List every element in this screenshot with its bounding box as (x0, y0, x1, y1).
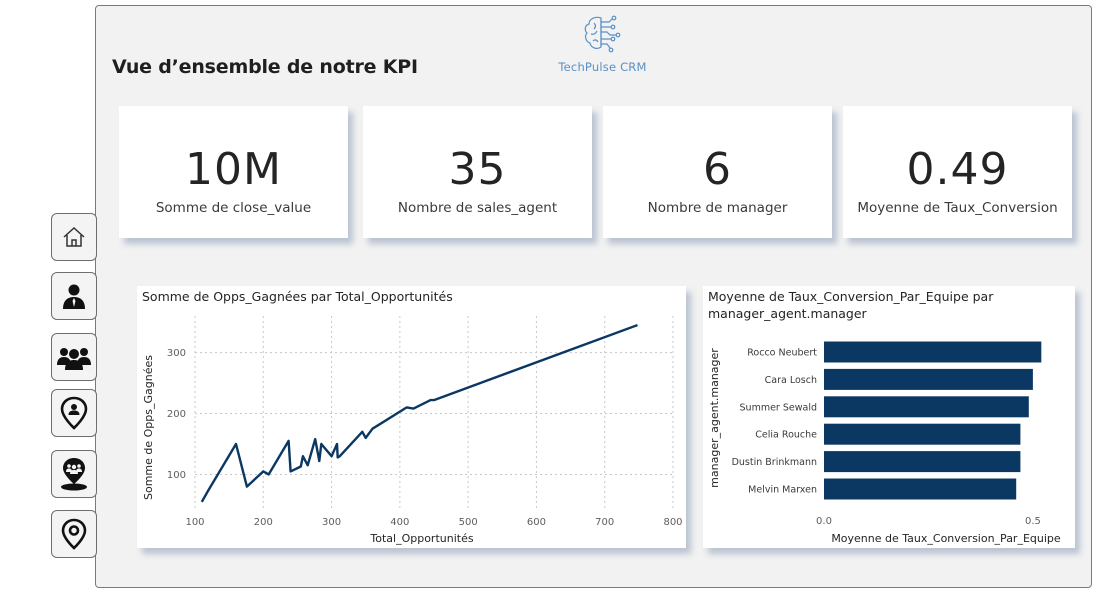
kpi-card-conversion: 0.49 Moyenne de Taux_Conversion (843, 106, 1072, 238)
x-tick-label: 200 (254, 517, 273, 528)
y-tick-label: 100 (167, 470, 186, 481)
x-tick-label: 100 (185, 517, 204, 528)
x-tick-label: 700 (595, 517, 614, 528)
bar (824, 341, 1042, 363)
category-label: Dustin Brinkmann (732, 457, 817, 468)
x-tick-label: 0.5 (1025, 516, 1041, 527)
bar (824, 423, 1021, 445)
kpi-label: Nombre de sales_agent (397, 200, 558, 216)
company-logo: TechPulse CRM (545, 14, 660, 84)
bar (824, 451, 1021, 473)
y-axis-label: manager_agent.manager (708, 348, 721, 488)
bar (824, 396, 1029, 418)
nav-location-agent-button[interactable] (51, 389, 97, 437)
bar (824, 478, 1017, 500)
category-label: Summer Sewald (740, 402, 817, 413)
kpi-label: Somme de close_value (155, 200, 312, 216)
page-title: Vue d’ensemble de notre KPI (112, 56, 418, 78)
location-person-icon (60, 396, 88, 430)
series-line (200, 323, 638, 503)
kpi-card-close-value: 10M Somme de close_value (119, 106, 348, 238)
line-chart: 100 200 300 400 500 600 700 800 100 200 300 Total_O… (142, 316, 683, 545)
bar-chart-visual[interactable]: Moyenne de Taux_Conversion_Par_Equipe pa… (703, 286, 1075, 548)
category-label: Cara Losch (765, 375, 817, 386)
team-icon (57, 348, 91, 370)
x-axis-label: Moyenne de Taux_Conversion_Par_Equipe (831, 532, 1061, 545)
location-team-icon (61, 458, 87, 491)
kpi-value: 35 (448, 144, 507, 195)
kpi-label: Moyenne de Taux_Conversion (857, 200, 1058, 216)
brain-circuit-icon (584, 15, 620, 53)
x-axis-label: Total_Opportunités (369, 532, 473, 545)
line-chart-visual[interactable]: Somme de Opps_Gagnées par Total_Opportun… (137, 286, 686, 548)
kpi-card-sales-agent: 35 Nombre de sales_agent (363, 106, 592, 238)
bar-chart: Rocco Neubert Cara Losch Summer Sewald Celi… (708, 341, 1061, 545)
kpi-value: 0.49 (906, 144, 1009, 195)
category-label: Celia Rouche (755, 430, 817, 441)
home-icon (63, 226, 85, 247)
kpi-label: Nombre de manager (647, 200, 788, 216)
x-tick-label: 400 (390, 517, 409, 528)
nav-home-button[interactable] (51, 213, 97, 261)
kpi-card-manager: 6 Nombre de manager (603, 106, 832, 238)
x-tick-label: 500 (459, 517, 478, 528)
y-tick-label: 300 (167, 348, 186, 359)
y-axis-label: Somme de Opps_Gagnées (142, 355, 155, 500)
nav-location-team-button[interactable] (51, 450, 97, 498)
y-tick-label: 200 (167, 409, 186, 420)
kpi-value: 10M (185, 144, 282, 195)
location-pin-icon (61, 518, 87, 550)
category-label: Rocco Neubert (747, 348, 817, 359)
x-tick-label: 0.0 (816, 516, 832, 527)
x-tick-label: 300 (322, 517, 341, 528)
x-tick-label: 800 (663, 517, 682, 528)
category-label: Melvin Marxen (748, 485, 817, 496)
x-tick-label: 600 (527, 517, 546, 528)
logo-text: TechPulse CRM (558, 60, 647, 74)
nav-team-button[interactable] (51, 333, 97, 381)
bar (824, 368, 1033, 390)
person-icon (63, 284, 85, 309)
nav-agent-button[interactable] (51, 272, 97, 320)
kpi-value: 6 (703, 144, 732, 195)
nav-location-button[interactable] (51, 510, 97, 558)
